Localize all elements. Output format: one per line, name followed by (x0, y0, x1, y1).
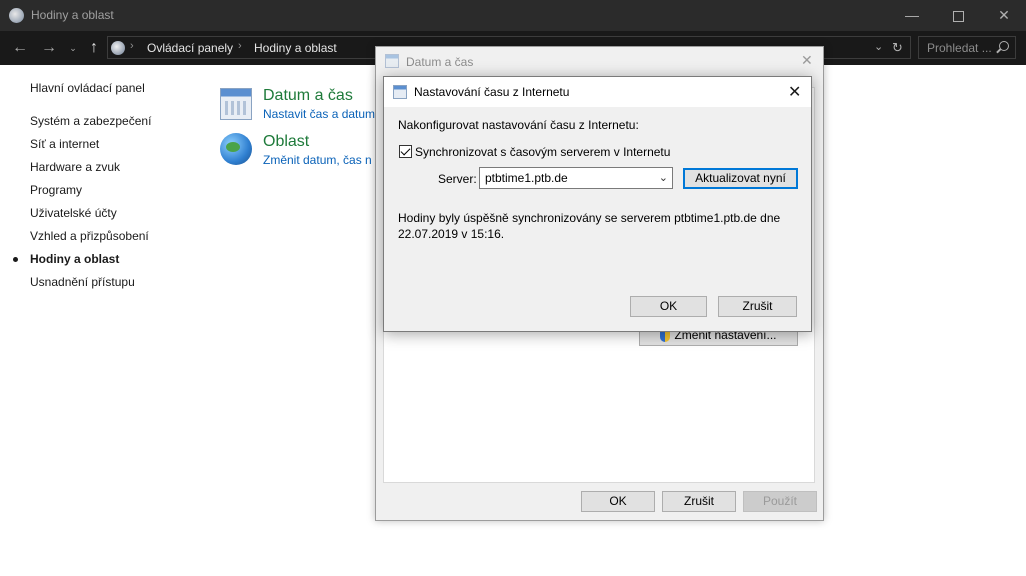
address-dropdown-button[interactable]: ⌄ (874, 40, 883, 53)
refresh-button[interactable]: ↻ (892, 40, 903, 56)
control-panel-icon (111, 41, 125, 55)
sidebar-item-programs[interactable]: Programy (30, 183, 82, 197)
breadcrumb-separator[interactable]: › (238, 40, 242, 52)
internet-time-ok-button[interactable]: OK (630, 296, 707, 317)
update-now-button[interactable]: Aktualizovat nyní (683, 168, 798, 189)
internet-time-cancel-button[interactable]: Zrušit (718, 296, 797, 317)
category-title-region[interactable]: Oblast (263, 133, 309, 151)
calendar-icon (393, 85, 407, 99)
category-link-set-date-time[interactable]: Nastavit čas a datum (263, 107, 375, 121)
breadcrumb-control-panel[interactable]: Ovládací panely (147, 41, 233, 55)
breadcrumb-clock-region[interactable]: Hodiny a oblast (254, 41, 337, 55)
active-item-bullet (13, 257, 18, 262)
up-button[interactable]: ↑ (85, 38, 103, 58)
server-select[interactable]: ptbtime1.ptb.de ⌄ (479, 167, 673, 189)
window-title: Hodiny a oblast (31, 8, 114, 22)
sidebar-item-system-security[interactable]: Systém a zabezpečení (30, 114, 151, 128)
globe-icon[interactable] (220, 133, 252, 165)
window-titlebar: Hodiny a oblast — ✕ (0, 0, 1026, 31)
maximize-icon (952, 10, 964, 22)
date-time-apply-button[interactable]: Použít (743, 491, 817, 512)
forward-button[interactable]: → (39, 38, 59, 58)
date-time-ok-button[interactable]: OK (581, 491, 655, 512)
search-icon[interactable] (999, 41, 1009, 51)
server-label: Server: (438, 172, 477, 186)
sync-checkbox[interactable] (399, 145, 412, 158)
chevron-down-icon[interactable]: ⌄ (659, 171, 668, 184)
sync-status-line-1: Hodiny byly úspěšně synchronizovány se s… (398, 211, 781, 225)
sidebar-item-ease-of-access[interactable]: Usnadnění přístupu (30, 275, 135, 289)
search-input[interactable]: Prohledat ... (918, 36, 1016, 59)
server-value: ptbtime1.ptb.de (485, 171, 568, 185)
sidebar-item-appearance[interactable]: Vzhled a přizpůsobení (30, 229, 149, 243)
close-window-button[interactable]: ✕ (981, 0, 1026, 31)
sidebar-item-network-internet[interactable]: Síť a internet (30, 137, 99, 151)
configure-heading: Nakonfigurovat nastavování času z Intern… (398, 118, 639, 132)
sidebar-item-main-panel[interactable]: Hlavní ovládací panel (30, 81, 145, 95)
sync-status-line-2: 22.07.2019 v 15:16. (398, 227, 505, 241)
date-time-cancel-button[interactable]: Zrušit (662, 491, 736, 512)
sidebar-item-hardware-sound[interactable]: Hardware a zvuk (30, 160, 120, 174)
calendar-clock-icon[interactable] (220, 88, 252, 120)
internet-time-close-button[interactable]: ✕ (788, 82, 801, 102)
internet-time-dialog: Nastavování času z Internetu ✕ Nakonfigu… (383, 76, 812, 332)
sidebar-item-user-accounts[interactable]: Uživatelské účty (30, 206, 117, 220)
category-title-date-time[interactable]: Datum a čas (263, 87, 353, 105)
calendar-icon (385, 54, 399, 68)
maximize-button[interactable] (935, 0, 981, 31)
sidebar-item-clock-region[interactable]: Hodiny a oblast (30, 252, 119, 266)
search-placeholder: Prohledat ... (927, 41, 992, 55)
minimize-button[interactable]: — (889, 0, 935, 31)
internet-time-dialog-title: Nastavování času z Internetu (414, 85, 570, 99)
recent-locations-button[interactable]: ⌄ (66, 38, 80, 58)
clock-region-icon (9, 8, 24, 23)
sync-checkbox-label[interactable]: Synchronizovat s časovým serverem v Inte… (415, 145, 670, 159)
date-time-close-button[interactable]: ✕ (801, 52, 813, 69)
internet-time-dialog-header: Nastavování času z Internetu ✕ (384, 77, 811, 107)
category-link-change-date-format[interactable]: Změnit datum, čas n (263, 153, 372, 167)
breadcrumb-separator[interactable]: › (130, 40, 134, 52)
back-button[interactable]: ← (10, 38, 30, 58)
date-time-dialog-title: Datum a čas (406, 55, 474, 69)
